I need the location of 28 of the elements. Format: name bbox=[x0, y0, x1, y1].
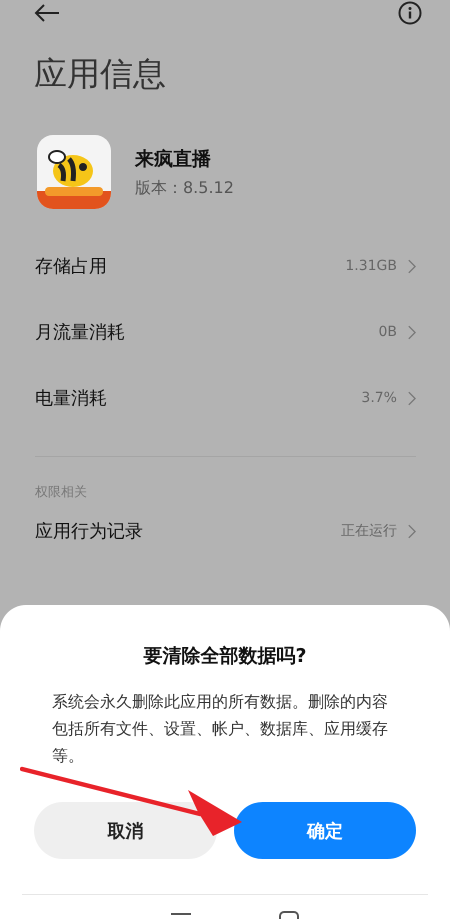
info-icon[interactable] bbox=[398, 1, 422, 25]
row-label: 应用行为记录 bbox=[35, 520, 143, 543]
row-value: 3.7% bbox=[361, 390, 397, 406]
chevron-icon bbox=[407, 524, 416, 538]
settings-row[interactable]: 电量消耗 3.7% bbox=[0, 365, 450, 431]
row-label: 月流量消耗 bbox=[35, 321, 125, 344]
chevron-icon bbox=[407, 324, 416, 340]
app-version: 版本：8.5.12 bbox=[135, 178, 234, 198]
page-title: 应用信息 bbox=[33, 53, 167, 95]
settings-row[interactable]: 应用行为记录 正在运行 bbox=[0, 501, 450, 561]
app-name: 来疯直播 bbox=[135, 146, 212, 172]
row-value: 1.31GB bbox=[345, 258, 397, 274]
app-icon bbox=[37, 135, 111, 209]
back-icon[interactable] bbox=[34, 3, 60, 23]
home-icon[interactable] bbox=[279, 911, 299, 919]
chevron-icon bbox=[407, 390, 416, 406]
row-value: 0B bbox=[378, 324, 397, 340]
dialog-title: 要清除全部数据吗? bbox=[143, 644, 307, 669]
row-label: 存储占用 bbox=[35, 255, 107, 278]
dialog-message: 系统会永久删除此应用的所有数据。删除的内容包括所有文件、设置、帐户、数据库、应用缓存等。 bbox=[51, 691, 389, 767]
settings-row[interactable]: 存储占用 1.31GB bbox=[0, 233, 450, 299]
row-value: 正在运行 bbox=[341, 522, 397, 540]
cancel-button[interactable]: 取消 bbox=[34, 802, 216, 859]
confirm-button[interactable]: 确定 bbox=[234, 802, 416, 859]
row-label: 电量消耗 bbox=[35, 387, 107, 410]
chevron-icon bbox=[407, 258, 416, 274]
settings-row[interactable]: 月流量消耗 0B bbox=[0, 299, 450, 365]
section-title: 权限相关 bbox=[34, 484, 88, 501]
